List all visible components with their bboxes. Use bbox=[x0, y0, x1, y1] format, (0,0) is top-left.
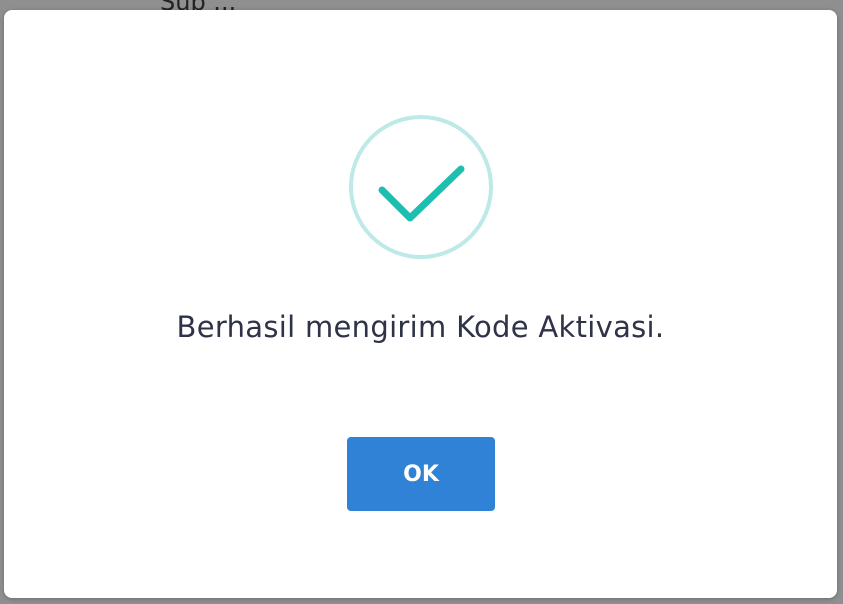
success-dialog: Berhasil mengirim Kode Aktivasi. OK bbox=[4, 10, 837, 598]
dialog-message: Berhasil mengirim Kode Aktivasi. bbox=[176, 310, 665, 344]
ok-button[interactable]: OK bbox=[347, 437, 495, 511]
checkmark-success-icon bbox=[349, 115, 493, 259]
